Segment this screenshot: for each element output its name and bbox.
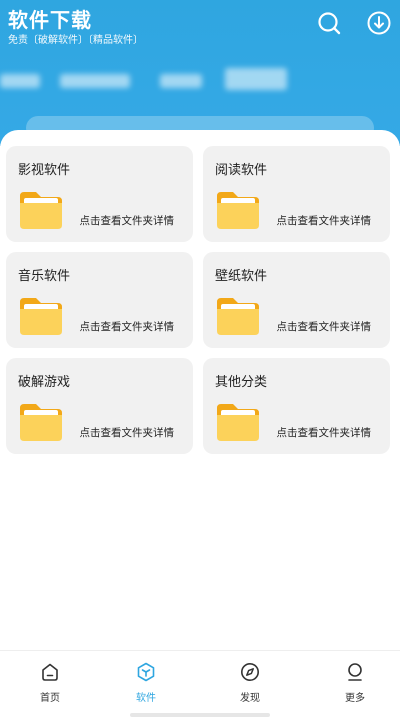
home-indicator: [130, 713, 270, 717]
nav-label: 更多: [345, 693, 365, 704]
category-title: 阅读软件: [215, 163, 268, 178]
home-icon: [42, 663, 58, 681]
nav-home[interactable]: 首页: [0, 661, 100, 717]
page-title: 软件下载: [8, 8, 92, 32]
bottom-nav: 首页 软件 发现 更多: [0, 650, 400, 719]
download-icon: [367, 11, 391, 35]
category-card[interactable]: 破解游戏 点击查看文件夹详情: [6, 358, 193, 454]
category-title: 音乐软件: [18, 269, 71, 284]
nav-label: 首页: [40, 693, 60, 704]
folder-icon: [217, 404, 259, 441]
download-button[interactable]: [366, 10, 392, 36]
content-panel: 影视软件 点击查看文件夹详情 阅读软件 点击查看文件夹详情 音乐软件 点击查看文…: [0, 130, 400, 660]
category-desc: 点击查看文件夹详情: [276, 321, 372, 333]
category-desc: 点击查看文件夹详情: [276, 427, 372, 439]
app-root: 软件下载 免责〔破解软件〕〔精品软件〕 影视软件 点击查看文件夹详情 阅读软件 …: [0, 0, 400, 719]
nav-label: 发现: [240, 693, 260, 704]
category-desc: 点击查看文件夹详情: [79, 215, 175, 227]
category-title: 其他分类: [215, 375, 268, 390]
more-icon: [348, 663, 362, 681]
category-desc: 点击查看文件夹详情: [276, 215, 372, 227]
folder-icon: [217, 192, 259, 229]
category-title: 壁纸软件: [215, 269, 268, 284]
category-desc: 点击查看文件夹详情: [79, 321, 175, 333]
category-card[interactable]: 其他分类 点击查看文件夹详情: [203, 358, 390, 454]
folder-icon: [20, 404, 62, 441]
category-desc: 点击查看文件夹详情: [79, 427, 175, 439]
category-title: 破解游戏: [18, 375, 71, 390]
category-card[interactable]: 壁纸软件 点击查看文件夹详情: [203, 252, 390, 348]
nav-label: 软件: [136, 693, 156, 704]
category-card[interactable]: 音乐软件 点击查看文件夹详情: [6, 252, 193, 348]
header: 软件下载 免责〔破解软件〕〔精品软件〕: [0, 0, 400, 146]
folder-icon: [20, 298, 62, 335]
search-button[interactable]: [316, 10, 342, 36]
category-title: 影视软件: [18, 163, 71, 178]
folder-icon: [217, 298, 259, 335]
category-card[interactable]: 阅读软件 点击查看文件夹详情: [203, 146, 390, 242]
folder-icon: [20, 192, 62, 229]
category-card[interactable]: 影视软件 点击查看文件夹详情: [6, 146, 193, 242]
page-subtitle: 免责〔破解软件〕〔精品软件〕: [8, 35, 143, 46]
compass-icon: [241, 663, 259, 681]
software-icon: [137, 662, 155, 682]
blurred-banner: [0, 68, 400, 98]
nav-more[interactable]: 更多: [305, 661, 400, 717]
nav-discover[interactable]: 发现: [200, 661, 300, 717]
search-icon: [318, 12, 341, 35]
nav-software[interactable]: 软件: [96, 661, 196, 717]
